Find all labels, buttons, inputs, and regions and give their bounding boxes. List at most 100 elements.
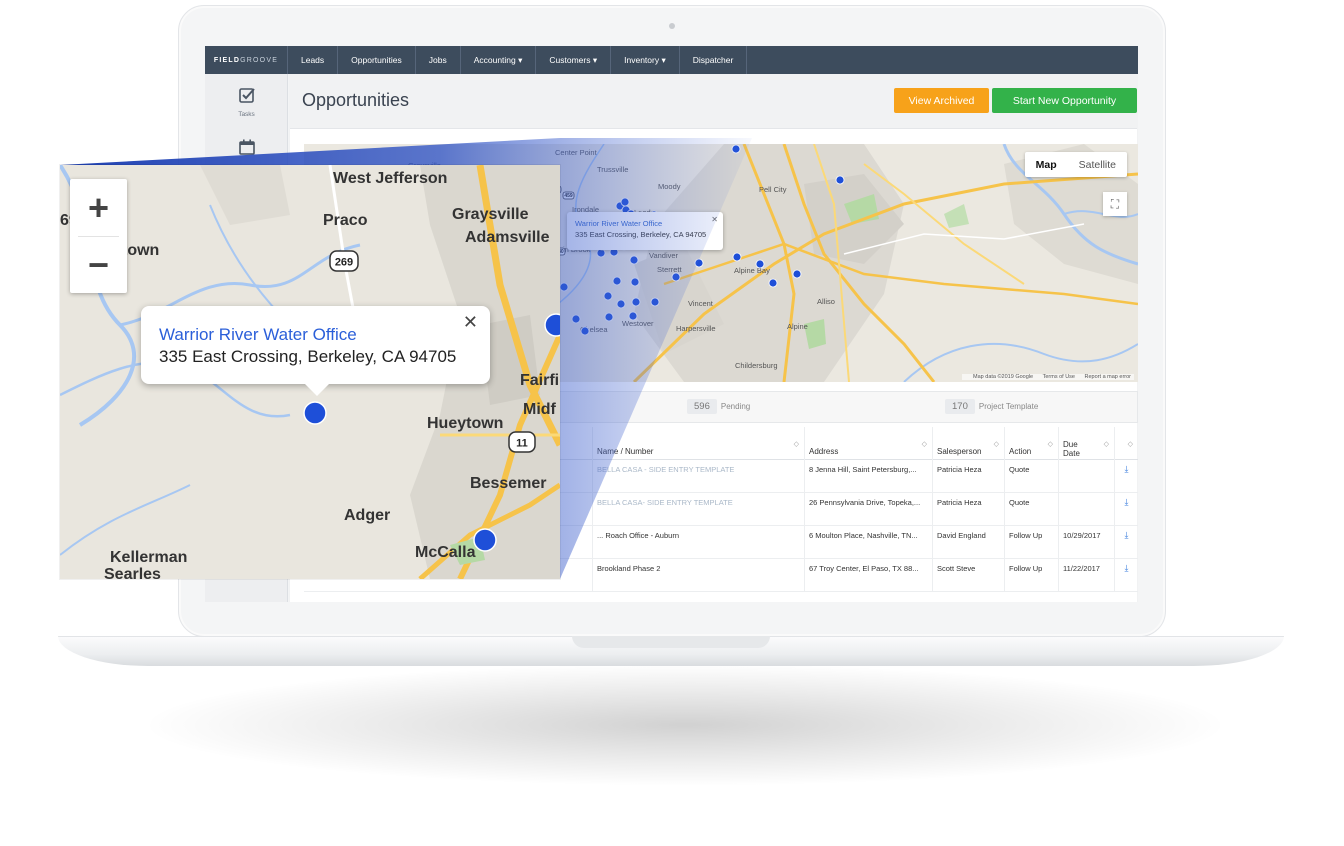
- camera-dot: [669, 23, 675, 29]
- fullscreen-icon[interactable]: ⛶: [1103, 192, 1127, 216]
- map-city-label: Bessemer: [470, 475, 547, 492]
- sidebar-item-calendar[interactable]: [205, 138, 288, 160]
- map-marker[interactable]: [768, 278, 778, 288]
- map-marker[interactable]: [620, 197, 630, 207]
- header-label: Address: [809, 447, 839, 456]
- cell-address: 8 Jenna Hill, Saint Petersburg,...: [804, 460, 932, 493]
- column-header-salesperson[interactable]: Salesperson ◇: [932, 427, 1004, 460]
- map-marker[interactable]: [603, 291, 613, 301]
- map-city-label: Center Point: [555, 148, 598, 157]
- column-header-actions[interactable]: ◇: [1114, 427, 1138, 460]
- report-link[interactable]: Report a map error: [1085, 374, 1131, 380]
- nav-inventory[interactable]: Inventory ▾: [611, 46, 680, 74]
- column-header-action[interactable]: Action ◇: [1004, 427, 1058, 460]
- infowindow-title[interactable]: Warrior River Water Office: [575, 218, 715, 229]
- map-city-label: Moody: [658, 182, 681, 191]
- map-marker[interactable]: [559, 282, 569, 292]
- zoom-out-button[interactable]: −: [70, 236, 127, 293]
- download-icon[interactable]: ⤓: [1114, 559, 1138, 592]
- infowindow-address: 335 East Crossing, Berkeley, CA 94705: [575, 230, 707, 239]
- cell-salesperson: Patricia Heza: [932, 460, 1004, 493]
- cell-due-date: 10/29/2017: [1058, 526, 1114, 559]
- map-marker[interactable]: [473, 528, 497, 552]
- column-header-address[interactable]: Address ◇: [804, 427, 932, 460]
- nav-dispatcher[interactable]: Dispatcher: [680, 46, 748, 74]
- cell-address: 67 Troy Center, El Paso, TX 88...: [804, 559, 932, 592]
- zoomed-infowindow[interactable]: Warrior River Water Office 335 East Cros…: [141, 306, 490, 396]
- zoom-in-button[interactable]: +: [70, 179, 127, 236]
- map-marker[interactable]: [631, 297, 641, 307]
- map-infowindow[interactable]: Warrior River Water Office 335 East Cros…: [567, 212, 723, 250]
- map-marker[interactable]: [629, 255, 639, 265]
- calendar-icon: [205, 138, 288, 160]
- cell-name[interactable]: BELLA CASA - SIDE ENTRY TEMPLATE: [592, 460, 804, 493]
- zoomed-map[interactable]: West Jefferson Praco Graysville Adamsville F…: [60, 165, 560, 579]
- map-marker[interactable]: [630, 277, 640, 287]
- map-type-satellite-button[interactable]: Satellite: [1068, 152, 1127, 177]
- map-city-label: Vincent: [688, 299, 714, 308]
- map-marker[interactable]: [628, 311, 638, 321]
- cell-address: 6 Moulton Place, Nashville, TN...: [804, 526, 932, 559]
- cell-name[interactable]: ... Roach Office - Auburn: [592, 526, 804, 559]
- cell-name[interactable]: Brookland Phase 2: [592, 559, 804, 592]
- map-city-label: Vandiver: [649, 251, 679, 260]
- cell-action: Quote: [1004, 460, 1058, 493]
- download-icon[interactable]: ⤓: [1114, 493, 1138, 526]
- nav-accounting[interactable]: Accounting ▾: [461, 46, 537, 74]
- map-marker[interactable]: [612, 276, 622, 286]
- sort-icon[interactable]: ◇: [1048, 440, 1053, 448]
- map-type-map-button[interactable]: Map: [1025, 152, 1068, 177]
- map-city-label: Trussville: [597, 165, 628, 174]
- close-icon[interactable]: ✕: [711, 214, 718, 225]
- terms-link[interactable]: Terms of Use: [1043, 374, 1075, 380]
- sort-icon[interactable]: ◇: [922, 440, 927, 448]
- close-icon[interactable]: ✕: [463, 311, 478, 333]
- column-header-name[interactable]: Name / Number ◇: [592, 427, 804, 460]
- column-header-due-date[interactable]: Due Date ◇: [1058, 427, 1114, 460]
- map-marker[interactable]: [835, 175, 845, 185]
- map-marker[interactable]: [580, 326, 590, 336]
- sort-icon[interactable]: ◇: [994, 440, 999, 448]
- infowindow-title[interactable]: Warrior River Water Office: [159, 324, 472, 346]
- map-marker[interactable]: [694, 258, 704, 268]
- map-city-label: Searles: [104, 566, 161, 579]
- view-archived-button[interactable]: View Archived: [894, 88, 989, 113]
- stage: FIELD GROOVE Leads Opportunities Jobs Acc…: [0, 0, 1344, 846]
- map-marker[interactable]: [604, 312, 614, 322]
- stat-project-template[interactable]: 170 Project Template: [945, 399, 1038, 414]
- header-label: Due Date: [1063, 440, 1080, 458]
- map-city-label: Midf: [523, 401, 557, 418]
- map-city-label: town: [122, 242, 159, 259]
- map-marker[interactable]: [792, 269, 802, 279]
- map-marker[interactable]: [303, 401, 327, 425]
- map-marker[interactable]: [571, 314, 581, 324]
- nav-opportunities[interactable]: Opportunities: [338, 46, 416, 74]
- brand-logo[interactable]: FIELD GROOVE: [205, 46, 288, 74]
- map-marker[interactable]: [755, 259, 765, 269]
- start-new-opportunity-button[interactable]: Start New Opportunity: [992, 88, 1137, 113]
- nav-leads[interactable]: Leads: [288, 46, 339, 74]
- map-marker[interactable]: [650, 297, 660, 307]
- stat-pending[interactable]: 596 Pending: [687, 399, 750, 414]
- map-type-control: Map Satellite: [1024, 152, 1127, 177]
- map-marker[interactable]: [732, 252, 742, 262]
- sort-icon[interactable]: ◇: [794, 440, 799, 448]
- download-icon[interactable]: ⤓: [1114, 526, 1138, 559]
- sort-icon[interactable]: ◇: [1128, 440, 1133, 448]
- map-city-label: Alpine Bay: [734, 266, 770, 275]
- map-marker[interactable]: [544, 313, 560, 337]
- sort-icon[interactable]: ◇: [1104, 440, 1109, 448]
- map-marker[interactable]: [616, 299, 626, 309]
- map-city-label: Pell City: [759, 185, 787, 194]
- nav-jobs[interactable]: Jobs: [416, 46, 461, 74]
- map-marker[interactable]: [731, 144, 741, 154]
- svg-text:11: 11: [516, 437, 528, 449]
- download-icon[interactable]: ⤓: [1114, 460, 1138, 493]
- laptop-notch: [572, 636, 770, 648]
- map-data-label: Map data ©2019 Google: [973, 374, 1034, 380]
- cell-name[interactable]: BELLA CASA- SIDE ENTRY TEMPLATE: [592, 493, 804, 526]
- sidebar-item-tasks[interactable]: Tasks: [205, 86, 288, 118]
- cell-salesperson: Scott Steve: [932, 559, 1004, 592]
- nav-customers[interactable]: Customers ▾: [536, 46, 612, 74]
- map-marker[interactable]: [671, 272, 681, 282]
